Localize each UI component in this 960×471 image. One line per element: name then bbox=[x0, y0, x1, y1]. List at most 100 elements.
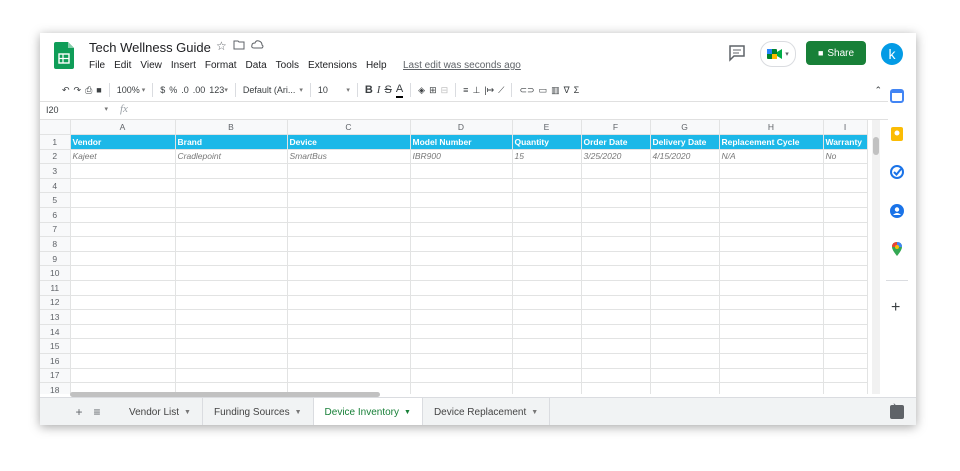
currency-format-button[interactable]: $ bbox=[160, 81, 165, 99]
cell[interactable] bbox=[287, 295, 411, 311]
more-formats-button[interactable]: 123 ▾ bbox=[209, 81, 228, 99]
cell[interactable] bbox=[70, 353, 176, 369]
cell[interactable] bbox=[650, 163, 720, 179]
cell[interactable] bbox=[719, 265, 824, 281]
cell[interactable] bbox=[823, 368, 868, 384]
contacts-icon[interactable] bbox=[890, 204, 904, 218]
row-header[interactable]: 17 bbox=[40, 368, 71, 384]
cell[interactable] bbox=[175, 207, 288, 223]
column-header[interactable]: D bbox=[410, 120, 513, 135]
row-header[interactable]: 14 bbox=[40, 324, 71, 340]
cell[interactable] bbox=[70, 309, 176, 325]
column-header[interactable]: A bbox=[70, 120, 176, 135]
cell[interactable] bbox=[650, 192, 720, 208]
cell[interactable] bbox=[287, 309, 411, 325]
cell[interactable] bbox=[650, 265, 720, 281]
cell[interactable] bbox=[823, 324, 868, 340]
cell[interactable] bbox=[512, 309, 582, 325]
row-header[interactable]: 12 bbox=[40, 295, 71, 311]
row-header[interactable]: 4 bbox=[40, 178, 71, 194]
cell[interactable] bbox=[719, 251, 824, 267]
cell[interactable] bbox=[175, 222, 288, 238]
borders-icon[interactable]: ⊞ bbox=[429, 81, 437, 99]
column-header[interactable]: I bbox=[823, 120, 868, 135]
cell[interactable] bbox=[823, 222, 868, 238]
menu-format[interactable]: Format bbox=[205, 60, 237, 71]
cell[interactable] bbox=[823, 178, 868, 194]
cell[interactable] bbox=[823, 295, 868, 311]
cell[interactable] bbox=[70, 222, 176, 238]
cell[interactable] bbox=[650, 236, 720, 252]
comment-history-icon[interactable] bbox=[728, 44, 746, 62]
menu-file[interactable]: File bbox=[89, 60, 105, 71]
cell[interactable] bbox=[287, 163, 411, 179]
cell[interactable] bbox=[719, 338, 824, 354]
cell[interactable] bbox=[70, 368, 176, 384]
cell[interactable] bbox=[175, 338, 288, 354]
cell[interactable]: 4/15/2020 bbox=[650, 149, 720, 165]
insert-comment-icon[interactable]: ▭ bbox=[539, 81, 548, 99]
cell[interactable] bbox=[581, 178, 651, 194]
menu-data[interactable]: Data bbox=[246, 60, 267, 71]
cell[interactable]: IBR900 bbox=[410, 149, 513, 165]
text-rotation-icon[interactable]: ⟋ bbox=[498, 81, 504, 99]
row-header[interactable]: 18 bbox=[40, 382, 71, 394]
cell[interactable]: Order Date bbox=[581, 134, 651, 150]
cell[interactable] bbox=[175, 265, 288, 281]
cell[interactable] bbox=[823, 338, 868, 354]
cell[interactable]: Device bbox=[287, 134, 411, 150]
cell[interactable]: Cradlepoint bbox=[175, 149, 288, 165]
cell[interactable] bbox=[175, 192, 288, 208]
text-color-button[interactable]: A bbox=[395, 83, 404, 98]
cell[interactable] bbox=[70, 324, 176, 340]
cell[interactable] bbox=[410, 295, 513, 311]
text-wrap-icon[interactable]: |↦ bbox=[484, 81, 494, 99]
percent-format-button[interactable]: % bbox=[169, 81, 177, 99]
cell[interactable] bbox=[581, 236, 651, 252]
cell[interactable] bbox=[410, 368, 513, 384]
cell[interactable] bbox=[512, 236, 582, 252]
sheets-logo[interactable] bbox=[54, 42, 74, 69]
tab-vendor-list[interactable]: Vendor List ▼ bbox=[118, 398, 203, 425]
cell[interactable] bbox=[581, 309, 651, 325]
cell[interactable] bbox=[650, 324, 720, 340]
tasks-icon[interactable] bbox=[890, 165, 904, 179]
cloud-status-icon[interactable] bbox=[251, 39, 264, 53]
cell[interactable] bbox=[581, 192, 651, 208]
add-sheet-icon[interactable]: + bbox=[70, 405, 88, 419]
cell[interactable] bbox=[823, 207, 868, 223]
maps-icon[interactable] bbox=[890, 242, 904, 256]
last-edit-link[interactable]: Last edit was seconds ago bbox=[403, 60, 521, 71]
menu-edit[interactable]: Edit bbox=[114, 60, 131, 71]
cell[interactable] bbox=[287, 280, 411, 296]
cell[interactable]: SmartBus bbox=[287, 149, 411, 165]
cell[interactable] bbox=[581, 207, 651, 223]
menu-view[interactable]: View bbox=[140, 60, 162, 71]
row-header[interactable]: 5 bbox=[40, 192, 71, 208]
vertical-align-icon[interactable]: ⊥ bbox=[472, 81, 480, 99]
cell[interactable] bbox=[175, 236, 288, 252]
column-header[interactable]: G bbox=[650, 120, 720, 135]
cell[interactable] bbox=[512, 163, 582, 179]
cell[interactable] bbox=[287, 207, 411, 223]
cell[interactable] bbox=[512, 192, 582, 208]
cell[interactable] bbox=[719, 280, 824, 296]
cell[interactable] bbox=[512, 295, 582, 311]
cell[interactable] bbox=[287, 192, 411, 208]
calendar-icon[interactable] bbox=[890, 89, 904, 103]
column-header[interactable]: H bbox=[719, 120, 824, 135]
functions-button[interactable]: Σ bbox=[574, 81, 580, 99]
row-header[interactable]: 15 bbox=[40, 338, 71, 354]
cell[interactable] bbox=[70, 265, 176, 281]
cell[interactable]: Replacement Cycle bbox=[719, 134, 824, 150]
cell[interactable] bbox=[512, 338, 582, 354]
cell[interactable] bbox=[410, 324, 513, 340]
cell[interactable] bbox=[287, 222, 411, 238]
cell[interactable] bbox=[410, 222, 513, 238]
keep-icon[interactable] bbox=[890, 127, 904, 141]
row-header[interactable]: 13 bbox=[40, 309, 71, 325]
row-header[interactable]: 9 bbox=[40, 251, 71, 267]
increase-decimal-button[interactable]: .00 bbox=[193, 81, 206, 99]
cell[interactable]: Vendor bbox=[70, 134, 176, 150]
cell[interactable] bbox=[175, 309, 288, 325]
